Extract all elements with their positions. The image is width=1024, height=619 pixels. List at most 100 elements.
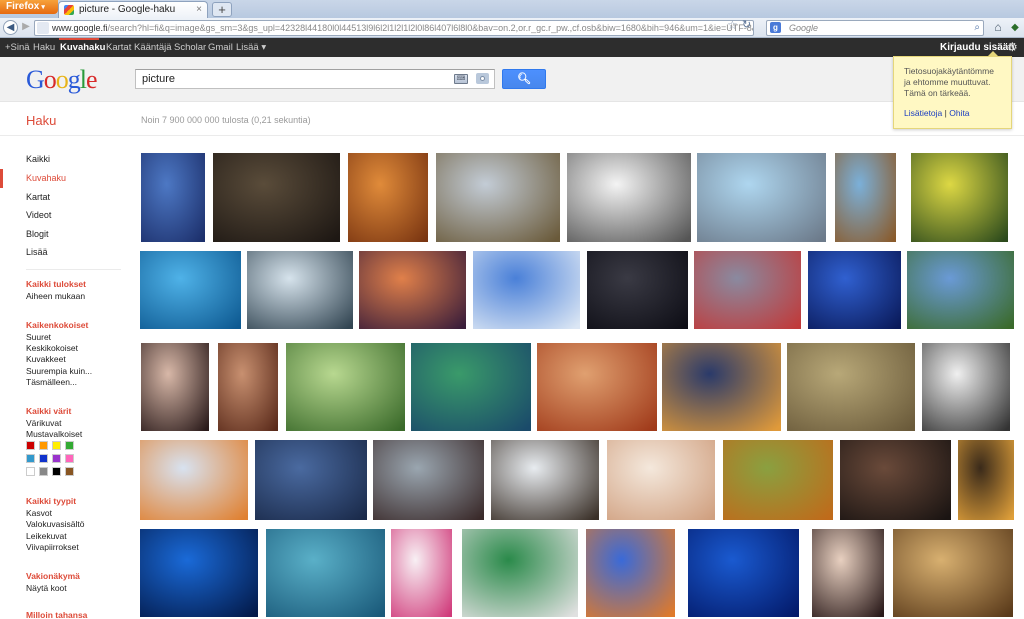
image-result-bluebird[interactable] bbox=[586, 529, 675, 617]
image-result-dolphin-underwater[interactable] bbox=[266, 529, 385, 617]
image-result-desert-sunset[interactable] bbox=[348, 153, 428, 242]
filter-size-large[interactable]: Suuret bbox=[26, 332, 51, 342]
image-result-mountain-landscape[interactable] bbox=[907, 251, 1014, 329]
image-result-lake-reflection[interactable] bbox=[255, 440, 367, 520]
image-result-woman-portrait[interactable] bbox=[141, 343, 209, 431]
gbar-item-plus[interactable]: +Sinä bbox=[5, 38, 30, 57]
image-result-tree-sunset[interactable] bbox=[662, 343, 781, 431]
notice-dismiss-link[interactable]: Ohita bbox=[949, 108, 969, 118]
color-swatch[interactable] bbox=[26, 454, 35, 463]
addon-icon[interactable]: ◆ bbox=[1008, 21, 1022, 35]
gbar-item-gmail[interactable]: Gmail bbox=[208, 38, 233, 57]
filter-all-types[interactable]: Kaikki tyypit bbox=[26, 496, 76, 506]
image-result-pony[interactable] bbox=[835, 153, 896, 242]
keyboard-icon[interactable]: ⌨ bbox=[454, 74, 468, 84]
filter-type-clipart[interactable]: Leikekuvat bbox=[26, 531, 67, 541]
image-result-cheetah[interactable] bbox=[436, 153, 560, 242]
color-swatch[interactable] bbox=[39, 441, 48, 450]
reload-icon[interactable]: ↻ bbox=[742, 18, 751, 31]
new-tab-button[interactable]: + bbox=[212, 2, 232, 17]
image-result-photo-collage[interactable] bbox=[213, 153, 340, 242]
image-result-picture-gallery-camera[interactable] bbox=[922, 343, 1010, 431]
notice-more-link[interactable]: Lisätietoja bbox=[904, 108, 942, 118]
filter-by-topic[interactable]: Aiheen mukaan bbox=[26, 291, 85, 301]
search-input[interactable]: picture ⌨ bbox=[135, 69, 495, 89]
home-icon[interactable]: ⌂ bbox=[990, 20, 1006, 36]
filter-standard-view[interactable]: Vakionäkymä bbox=[26, 571, 80, 581]
color-swatch[interactable] bbox=[39, 467, 48, 476]
browser-search-box[interactable]: g Google ⌕ bbox=[766, 20, 984, 36]
filter-size-exact[interactable]: Täsmälleen... bbox=[26, 377, 77, 387]
color-swatch[interactable] bbox=[26, 467, 35, 476]
image-result-eiffel-tower[interactable] bbox=[141, 153, 205, 242]
nav-item-maps[interactable]: Kartat bbox=[26, 192, 50, 202]
image-result-mouse[interactable] bbox=[697, 153, 826, 242]
nav-item-blogs[interactable]: Blogit bbox=[26, 229, 49, 239]
filter-type-photo[interactable]: Valokuvasisältö bbox=[26, 519, 84, 529]
color-swatch[interactable] bbox=[65, 454, 74, 463]
color-swatch[interactable] bbox=[52, 454, 61, 463]
image-result-girl-with-cat[interactable] bbox=[373, 440, 484, 520]
image-result-ducklings[interactable] bbox=[911, 153, 1008, 242]
close-tab-icon[interactable]: × bbox=[196, 2, 202, 17]
search-engine-icon[interactable]: g bbox=[770, 22, 781, 33]
color-swatch[interactable] bbox=[65, 467, 74, 476]
filter-size-larger-than[interactable]: Suurempia kuin... bbox=[26, 366, 92, 376]
image-result-lion[interactable] bbox=[893, 529, 1013, 617]
back-arrow-icon[interactable]: ◀ bbox=[3, 20, 18, 35]
image-result-hands-hello[interactable] bbox=[607, 440, 715, 520]
color-swatch[interactable] bbox=[52, 467, 61, 476]
image-result-eiffel-tower-night[interactable] bbox=[958, 440, 1014, 520]
image-result-footballer[interactable] bbox=[808, 251, 901, 329]
color-swatch[interactable] bbox=[26, 441, 35, 450]
forward-arrow-icon[interactable]: ▶ bbox=[20, 20, 32, 35]
gear-icon[interactable]: ⚙ bbox=[1007, 38, 1018, 57]
image-result-tiger-drawing-app[interactable] bbox=[140, 440, 248, 520]
image-result-blue-abstract[interactable] bbox=[140, 529, 258, 617]
nav-item-images[interactable]: Kuvahaku bbox=[26, 173, 66, 183]
image-result-peacock[interactable] bbox=[411, 343, 531, 431]
filter-any-time[interactable]: Milloin tahansa bbox=[26, 610, 87, 619]
gbar-item-scholar[interactable]: Scholar bbox=[174, 38, 206, 57]
browser-search-icon[interactable]: ⌕ bbox=[974, 21, 980, 35]
gbar-item-images[interactable]: Kuvahaku bbox=[60, 38, 105, 57]
search-button[interactable]: 🔍︎ bbox=[502, 69, 546, 89]
image-result-optical-illusion[interactable] bbox=[462, 529, 578, 617]
gbar-item-search[interactable]: Haku bbox=[33, 38, 55, 57]
nav-item-more[interactable]: Lisää bbox=[26, 247, 48, 257]
gbar-item-maps[interactable]: Kartat bbox=[106, 38, 131, 57]
nav-item-videos[interactable]: Videot bbox=[26, 210, 51, 220]
filter-type-face[interactable]: Kasvot bbox=[26, 508, 52, 518]
filter-show-sizes[interactable]: Näytä koot bbox=[26, 583, 67, 593]
color-swatch[interactable] bbox=[39, 454, 48, 463]
bookmark-star-icon[interactable]: ☆ bbox=[727, 18, 738, 32]
filter-all-results[interactable]: Kaikki tulokset bbox=[26, 279, 86, 289]
image-result-times-square[interactable] bbox=[694, 251, 801, 329]
image-result-girl-in-field[interactable] bbox=[787, 343, 915, 431]
filter-color-bw[interactable]: Mustavalkoiset bbox=[26, 429, 82, 439]
google-logo[interactable]: Google bbox=[26, 66, 98, 94]
image-result-butterfly[interactable] bbox=[286, 343, 405, 431]
image-result-desert-canyon[interactable] bbox=[537, 343, 657, 431]
image-result-movie-poster[interactable] bbox=[391, 529, 452, 617]
firefox-menu-button[interactable]: Firefox ▾ bbox=[0, 0, 58, 14]
nav-item-all[interactable]: Kaikki bbox=[26, 154, 50, 164]
filter-all-sizes[interactable]: Kaikenkokoiset bbox=[26, 320, 88, 330]
camera-icon[interactable] bbox=[476, 73, 489, 84]
image-result-dolphin[interactable] bbox=[140, 251, 241, 329]
gbar-item-translate[interactable]: Kääntäjä bbox=[134, 38, 172, 57]
sign-in-button[interactable]: Kirjaudu sisään bbox=[940, 38, 1014, 57]
image-result-lightning[interactable] bbox=[587, 251, 688, 329]
image-result-dice[interactable] bbox=[567, 153, 691, 242]
browser-tab[interactable]: picture - Google-haku × bbox=[58, 1, 208, 18]
filter-size-medium[interactable]: Keskikokoiset bbox=[26, 343, 78, 353]
filter-size-icon[interactable]: Kuvakkeet bbox=[26, 354, 66, 364]
image-result-woman-smiling[interactable] bbox=[812, 529, 884, 617]
image-result-underwater[interactable] bbox=[688, 529, 799, 617]
image-result-girl-portrait[interactable] bbox=[218, 343, 278, 431]
image-result-interior-room[interactable] bbox=[840, 440, 951, 520]
image-result-bear-cub[interactable] bbox=[491, 440, 599, 520]
filter-color-full[interactable]: Värikuvat bbox=[26, 418, 61, 428]
filter-type-lineart[interactable]: Viivapiirrokset bbox=[26, 542, 79, 552]
image-result-tiger[interactable] bbox=[723, 440, 833, 520]
